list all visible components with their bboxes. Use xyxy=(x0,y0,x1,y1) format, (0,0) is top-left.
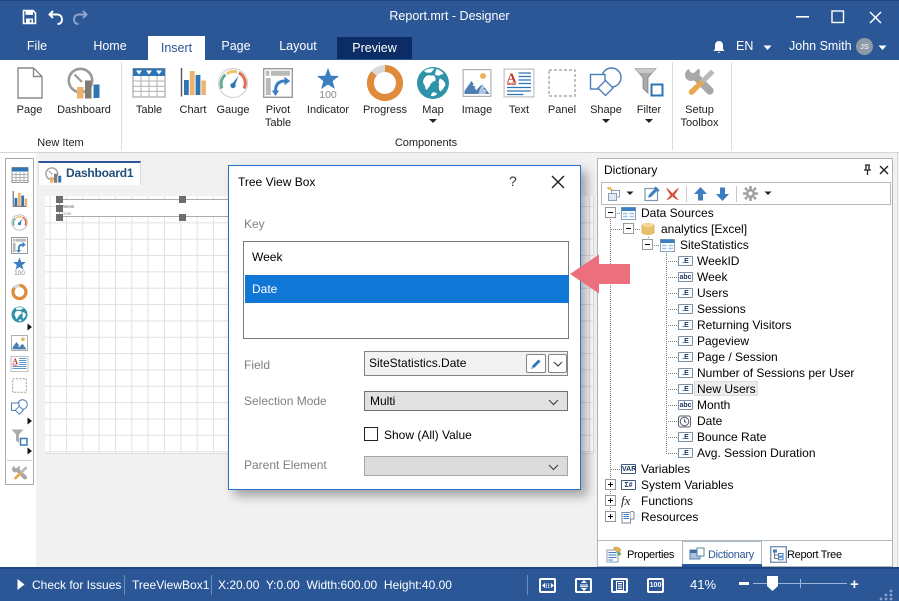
svg-text:100: 100 xyxy=(319,89,337,99)
svg-text:100: 100 xyxy=(14,270,25,276)
